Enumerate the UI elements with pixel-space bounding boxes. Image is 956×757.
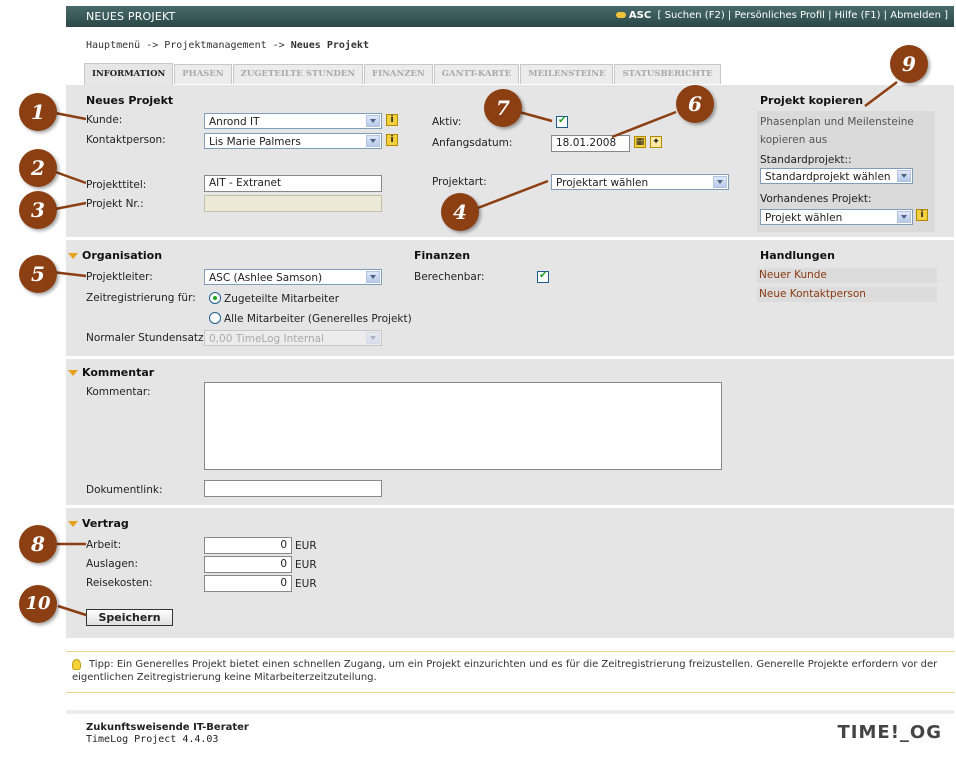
callout-5: 5 xyxy=(19,255,57,293)
callout-6: 6 xyxy=(676,85,714,123)
callout-1: 1 xyxy=(19,93,57,131)
callout-line-5 xyxy=(51,270,87,278)
callout-2: 2 xyxy=(19,149,57,187)
callout-lines xyxy=(49,81,898,617)
callout-8: 8 xyxy=(19,525,57,563)
callout-3: 3 xyxy=(19,191,57,229)
callout-9: 9 xyxy=(890,45,928,83)
callout-line-10 xyxy=(57,604,87,617)
callout-line-6 xyxy=(611,110,677,139)
callout-7: 7 xyxy=(484,89,522,127)
callout-line-9 xyxy=(864,81,898,107)
callout-4: 4 xyxy=(441,193,479,231)
callout-10: 10 xyxy=(19,585,57,623)
callout-line-4 xyxy=(469,179,549,213)
